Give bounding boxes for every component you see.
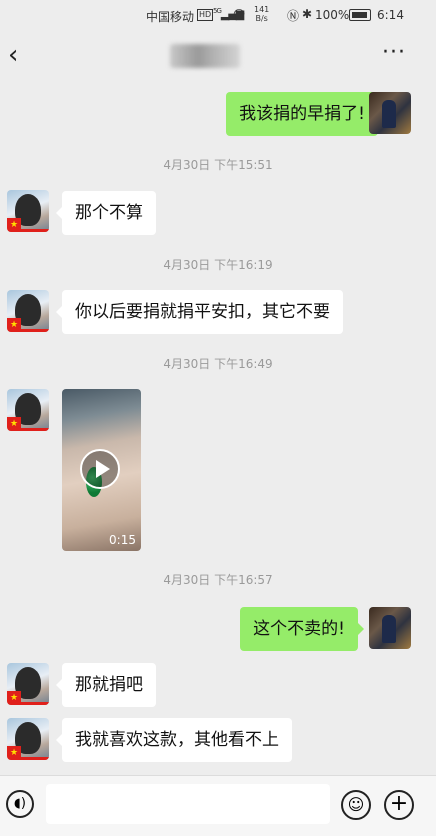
video-duration: 0:15 xyxy=(109,533,136,547)
my-avatar[interactable] xyxy=(369,92,411,134)
contact-avatar[interactable]: ★ xyxy=(7,190,49,232)
timestamp: 4月30日 下午15:51 xyxy=(163,158,273,172)
contact-avatar[interactable]: ★ xyxy=(7,663,49,705)
my-avatar[interactable] xyxy=(369,607,411,649)
message-bubble-mine[interactable]: 这个不卖的! xyxy=(240,607,364,651)
contact-avatar[interactable]: ★ xyxy=(7,290,49,332)
message-bubble-theirs[interactable]: 我就喜欢这款，其他看不上 xyxy=(56,718,292,762)
battery-percent: 100% xyxy=(315,8,350,22)
video-message[interactable]: 0:15 xyxy=(62,389,141,551)
more-icon[interactable]: ··· xyxy=(382,40,406,65)
input-bar: ◖) ☺ + xyxy=(0,775,436,836)
message-list[interactable]: 我该捐的早捐了! 4月30日 下午15:51 ★ 那个不算 4月30日 下午16… xyxy=(0,80,436,775)
timestamp: 4月30日 下午16:57 xyxy=(163,573,273,587)
timestamp: 4月30日 下午16:49 xyxy=(163,357,273,371)
timestamp: 4月30日 下午16:19 xyxy=(163,258,273,272)
play-icon[interactable] xyxy=(80,449,120,489)
carrier-name: 中国移动 xyxy=(146,10,195,24)
clock: 6:14 xyxy=(377,8,404,22)
message-bubble-theirs[interactable]: 你以后要捐就捐平安扣，其它不要 xyxy=(56,290,343,334)
voice-icon[interactable]: ◖) xyxy=(6,790,34,818)
emoji-icon[interactable]: ☺ xyxy=(341,790,371,820)
plus-icon[interactable]: + xyxy=(384,790,414,820)
wifi-icon: ◠ xyxy=(233,6,246,22)
contact-name-blurred xyxy=(170,44,240,68)
message-bubble-theirs[interactable]: 那个不算 xyxy=(56,191,156,235)
chat-header: ‹ ··· xyxy=(0,30,436,80)
status-bar: 中国移动 HD 5G▂▄▆ ◠ 141 B/s Ⓝ ✱ 100% 6:14 xyxy=(0,0,436,30)
contact-avatar[interactable]: ★ xyxy=(7,718,49,760)
nfc-icon: Ⓝ xyxy=(287,9,300,23)
message-bubble-mine[interactable]: 我该捐的早捐了! xyxy=(226,92,384,136)
battery-icon xyxy=(349,9,371,21)
message-bubble-theirs[interactable]: 那就捐吧 xyxy=(56,663,156,707)
contact-avatar[interactable]: ★ xyxy=(7,389,49,431)
bluetooth-icon: ✱ xyxy=(302,7,313,21)
back-icon[interactable]: ‹ xyxy=(8,40,18,70)
net-speed: 141 B/s xyxy=(254,5,270,23)
message-input[interactable] xyxy=(46,784,330,824)
hd-badge: HD xyxy=(197,9,214,21)
